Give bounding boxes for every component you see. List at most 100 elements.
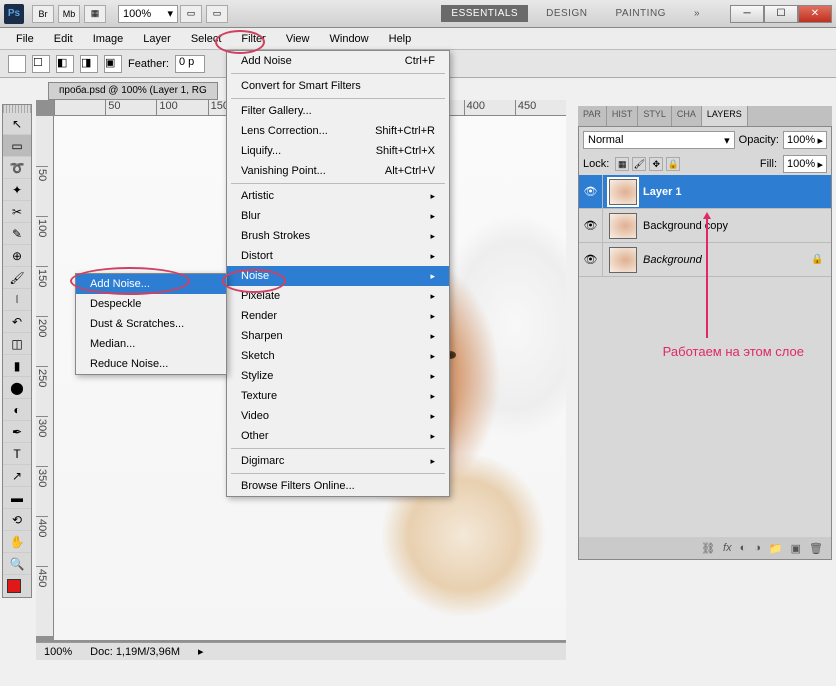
wand-tool[interactable]: ✦ [3, 179, 31, 201]
filter-render[interactable]: Render [227, 306, 449, 326]
opacity-input[interactable]: 100%▸ [783, 131, 827, 149]
crop-tool[interactable]: ✂ [3, 201, 31, 223]
zoom-combo[interactable]: 100%▾ [118, 5, 178, 23]
stamp-tool[interactable]: ⧙ [3, 289, 31, 311]
close-button[interactable]: ✕ [798, 5, 832, 23]
layer-thumbnail[interactable] [609, 247, 637, 273]
filter-gallery[interactable]: Filter Gallery... [227, 101, 449, 121]
healing-tool[interactable]: ⊕ [3, 245, 31, 267]
menu-window[interactable]: Window [320, 30, 379, 48]
gradient-tool[interactable]: ▮ [3, 355, 31, 377]
history-brush-tool[interactable]: ↶ [3, 311, 31, 333]
lasso-tool[interactable]: ➰ [3, 157, 31, 179]
menu-view[interactable]: View [276, 30, 320, 48]
selection-subtract-icon[interactable]: ◨ [80, 55, 98, 73]
layer-row[interactable]: 👁 Layer 1 [579, 175, 831, 209]
menu-image[interactable]: Image [83, 30, 134, 48]
lock-pixels-icon[interactable]: 🖌 [632, 157, 646, 171]
filter-stylize[interactable]: Stylize [227, 366, 449, 386]
filter-digimarc[interactable]: Digimarc [227, 451, 449, 471]
workspace-design[interactable]: DESIGN [536, 5, 597, 22]
noise-dust-scratches[interactable]: Dust & Scratches... [76, 314, 226, 334]
filter-lens-correction[interactable]: Lens Correction...Shift+Ctrl+R [227, 121, 449, 141]
filter-noise[interactable]: Noise [227, 266, 449, 286]
new-layer-icon[interactable]: ▣ [791, 542, 801, 555]
noise-add-noise[interactable]: Add Noise... [76, 274, 226, 294]
toolbox-grip[interactable] [3, 105, 31, 113]
3d-tool[interactable]: ⟲ [3, 509, 31, 531]
filter-distort[interactable]: Distort [227, 246, 449, 266]
noise-despeckle[interactable]: Despeckle [76, 294, 226, 314]
workspace-painting[interactable]: PAINTING [605, 5, 675, 22]
filter-other[interactable]: Other [227, 426, 449, 446]
menu-file[interactable]: File [6, 30, 44, 48]
visibility-toggle[interactable]: 👁 [579, 209, 603, 242]
link-layers-icon[interactable]: ⛓ [701, 542, 715, 555]
group-icon[interactable]: 📁 [769, 542, 783, 555]
shape-tool[interactable]: ▬ [3, 487, 31, 509]
screen-mode-button[interactable]: ▭ [206, 5, 228, 23]
blend-mode-select[interactable]: Normal▾ [583, 131, 735, 149]
eraser-tool[interactable]: ◫ [3, 333, 31, 355]
status-zoom[interactable]: 100% [44, 646, 72, 658]
tab-layers[interactable]: LAYERS [702, 106, 748, 126]
brush-tool[interactable]: 🖌 [3, 267, 31, 289]
fx-icon[interactable]: fx [723, 542, 732, 554]
type-tool[interactable]: T [3, 443, 31, 465]
adjustment-icon[interactable]: ◑ [754, 542, 761, 554]
selection-new-icon[interactable]: ☐ [32, 55, 50, 73]
layer-row[interactable]: 👁 Background 🔒 [579, 243, 831, 277]
filter-video[interactable]: Video [227, 406, 449, 426]
noise-median[interactable]: Median... [76, 334, 226, 354]
document-tab[interactable]: проба.psd @ 100% (Layer 1, RG [48, 82, 218, 100]
selection-add-icon[interactable]: ◧ [56, 55, 74, 73]
visibility-toggle[interactable]: 👁 [579, 175, 603, 208]
feather-input[interactable]: 0 p [175, 55, 205, 73]
tab-styles[interactable]: STYL [638, 106, 672, 126]
tool-preset-icon[interactable] [8, 55, 26, 73]
minibridge-button[interactable]: Mb [58, 5, 80, 23]
filter-recent[interactable]: Add NoiseCtrl+F [227, 51, 449, 71]
marquee-tool[interactable]: ▭ [3, 135, 31, 157]
menu-layer[interactable]: Layer [133, 30, 181, 48]
filter-pixelate[interactable]: Pixelate [227, 286, 449, 306]
menu-filter[interactable]: Filter [231, 30, 275, 48]
mask-icon[interactable]: ◐ [740, 542, 747, 554]
tab-histogram[interactable]: HIST [607, 106, 639, 126]
maximize-button[interactable]: ☐ [764, 5, 798, 23]
pen-tool[interactable]: ✒ [3, 421, 31, 443]
noise-reduce-noise[interactable]: Reduce Noise... [76, 354, 226, 374]
foreground-color[interactable] [7, 579, 21, 593]
delete-layer-icon[interactable]: 🗑 [809, 542, 823, 555]
filter-vanishing-point[interactable]: Vanishing Point...Alt+Ctrl+V [227, 161, 449, 181]
zoom-tool[interactable]: 🔍 [3, 553, 31, 575]
layer-thumbnail[interactable] [609, 213, 637, 239]
workspace-more[interactable]: » [684, 5, 710, 22]
layer-name[interactable]: Background [643, 254, 811, 266]
ruler-vertical[interactable]: 50100150200250300350400450 [36, 116, 54, 636]
lock-transparent-icon[interactable]: ▦ [615, 157, 629, 171]
hand-tool[interactable]: ✋ [3, 531, 31, 553]
eyedropper-tool[interactable]: ✎ [3, 223, 31, 245]
menu-edit[interactable]: Edit [44, 30, 83, 48]
workspace-essentials[interactable]: ESSENTIALS [441, 5, 528, 22]
bridge-button[interactable]: Br [32, 5, 54, 23]
path-tool[interactable]: ↗ [3, 465, 31, 487]
menu-select[interactable]: Select [181, 30, 232, 48]
layer-name[interactable]: Layer 1 [643, 186, 831, 198]
lock-all-icon[interactable]: 🔒 [666, 157, 680, 171]
layer-name[interactable]: Background copy [643, 220, 831, 232]
filter-blur[interactable]: Blur [227, 206, 449, 226]
lock-position-icon[interactable]: ✥ [649, 157, 663, 171]
filter-sketch[interactable]: Sketch [227, 346, 449, 366]
visibility-toggle[interactable]: 👁 [579, 243, 603, 276]
color-swatches[interactable] [3, 575, 31, 597]
filter-browse-online[interactable]: Browse Filters Online... [227, 476, 449, 496]
tab-channels[interactable]: CHA [672, 106, 702, 126]
filter-texture[interactable]: Texture [227, 386, 449, 406]
dodge-tool[interactable]: ◐ [3, 399, 31, 421]
blur-tool[interactable]: ⬤ [3, 377, 31, 399]
filter-convert-smart[interactable]: Convert for Smart Filters [227, 76, 449, 96]
status-doc-size[interactable]: Doc: 1,19M/3,96M [90, 646, 180, 658]
minimize-button[interactable]: ─ [730, 5, 764, 23]
